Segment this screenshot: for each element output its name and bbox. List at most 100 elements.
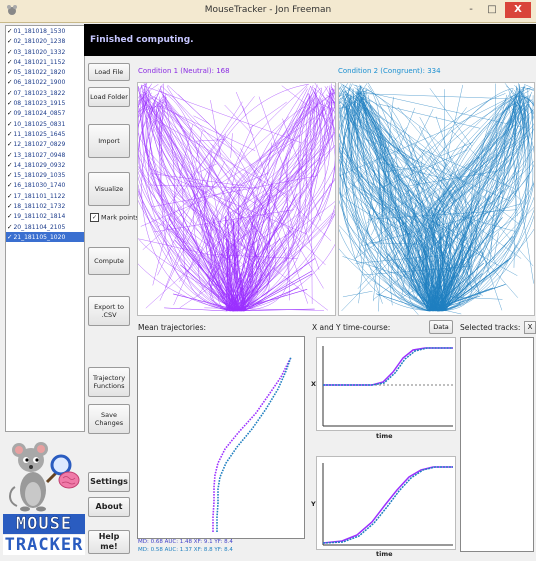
- help-button[interactable]: Help me!: [88, 530, 130, 554]
- file-list-item[interactable]: ✓21_181105_1020: [6, 231, 84, 243]
- trajectory-label-line1: Trajectory: [92, 373, 126, 382]
- file-checkbox-icon[interactable]: ✓: [7, 192, 12, 200]
- condition1-plot[interactable]: [137, 82, 336, 316]
- file-name: 18_181102_1732: [13, 203, 66, 211]
- condition1-trajectories: [138, 83, 335, 312]
- file-checkbox-icon[interactable]: ✓: [7, 99, 12, 107]
- file-checkbox-icon[interactable]: ✓: [7, 140, 12, 148]
- file-checkbox-icon[interactable]: ✓: [7, 37, 12, 45]
- y-axis-label: Y: [311, 500, 316, 508]
- file-list-item[interactable]: ✓08_181023_1915: [6, 98, 84, 108]
- file-checkbox-icon[interactable]: ✓: [7, 89, 12, 97]
- file-checkbox-icon[interactable]: ✓: [7, 223, 12, 231]
- file-checkbox-icon[interactable]: ✓: [7, 212, 12, 220]
- file-list-item[interactable]: ✓02_181020_1238: [6, 36, 84, 46]
- file-list-item[interactable]: ✓15_181029_1035: [6, 170, 84, 180]
- file-name: 12_181027_0829: [13, 141, 66, 149]
- y-timecourse-chart: [322, 463, 453, 546]
- stats-condition2: MD: 0.58 AUC: 1.37 XF: 8.8 YF: 8.4: [138, 547, 233, 553]
- save-label-line1: Save: [101, 410, 117, 419]
- logo-word-tracker: TRACKER: [3, 535, 85, 555]
- selected-tracks-close-button[interactable]: X: [524, 321, 536, 334]
- file-list-item[interactable]: ✓13_181027_0948: [6, 150, 84, 160]
- load-folder-button[interactable]: Load Folder: [88, 87, 130, 107]
- import-button[interactable]: Import: [88, 124, 130, 158]
- mark-points-checkbox[interactable]: ✓ Mark points: [90, 213, 139, 222]
- trajectory-functions-button[interactable]: Trajectory Functions: [88, 367, 130, 397]
- y-time-label: time: [376, 550, 393, 558]
- file-name: 15_181029_1035: [13, 172, 66, 180]
- file-list-item[interactable]: ✓14_181029_0932: [6, 160, 84, 170]
- checkbox-icon[interactable]: ✓: [90, 213, 99, 222]
- stats-condition1: MD: 0.68 AUC: 1.48 XF: 9.1 YF: 8.4: [138, 539, 233, 545]
- logo-word-mouse: MOUSE: [3, 514, 85, 534]
- export-label-line2: .CSV: [101, 311, 117, 319]
- file-checkbox-icon[interactable]: ✓: [7, 109, 12, 117]
- mark-points-label: Mark points: [101, 213, 140, 222]
- file-name: 08_181023_1915: [13, 100, 66, 108]
- file-name: 03_181020_1332: [13, 48, 66, 56]
- minimize-button[interactable]: -: [461, 2, 481, 18]
- file-list-item[interactable]: ✓12_181027_0829: [6, 139, 84, 149]
- file-list-item[interactable]: ✓20_181104_2105: [6, 222, 84, 232]
- about-button[interactable]: About: [88, 497, 130, 517]
- file-list-item[interactable]: ✓11_181025_1645: [6, 129, 84, 139]
- file-checkbox-icon[interactable]: ✓: [7, 130, 12, 138]
- mouse-mascot-icon: [9, 442, 80, 512]
- file-list-item[interactable]: ✓03_181020_1332: [6, 47, 84, 57]
- load-file-button[interactable]: Load File: [88, 63, 130, 81]
- file-checkbox-icon[interactable]: ✓: [7, 58, 12, 66]
- file-name: 21_181105_1020: [13, 233, 66, 241]
- settings-button[interactable]: Settings: [88, 472, 130, 492]
- visualize-button[interactable]: Visualize: [88, 172, 130, 206]
- selected-tracks-panel[interactable]: [460, 337, 534, 552]
- file-checkbox-icon[interactable]: ✓: [7, 171, 12, 179]
- file-list-item[interactable]: ✓16_181030_1740: [6, 180, 84, 190]
- file-list-item[interactable]: ✓18_181102_1732: [6, 201, 84, 211]
- file-checkbox-icon[interactable]: ✓: [7, 202, 12, 210]
- mousetracker-window: MouseTracker - Jon Freeman - □ X ✓01_181…: [0, 0, 536, 561]
- file-checkbox-icon[interactable]: ✓: [7, 151, 12, 159]
- file-list-item[interactable]: ✓04_181021_1152: [6, 57, 84, 67]
- y-curve-condition2: [322, 466, 453, 544]
- file-checkbox-icon[interactable]: ✓: [7, 27, 12, 35]
- close-button[interactable]: X: [505, 2, 531, 18]
- file-checkbox-icon[interactable]: ✓: [7, 181, 12, 189]
- file-checkbox-icon[interactable]: ✓: [7, 233, 12, 241]
- mean-trajectories-label: Mean trajectories:: [138, 323, 207, 332]
- file-name: 17_181101_1122: [13, 192, 66, 200]
- mean-trajectories-plot[interactable]: [137, 336, 305, 539]
- export-label-line1: Export to: [94, 302, 124, 311]
- file-list-item[interactable]: ✓06_181022_1900: [6, 77, 84, 87]
- file-checkbox-icon[interactable]: ✓: [7, 78, 12, 86]
- file-list-item[interactable]: ✓07_181023_1822: [6, 88, 84, 98]
- file-list-item[interactable]: ✓19_181102_1814: [6, 211, 84, 221]
- file-list-item[interactable]: ✓01_181018_1530: [6, 26, 84, 36]
- mousetracker-logo: MOUSE TRACKER: [3, 432, 85, 560]
- file-checkbox-icon[interactable]: ✓: [7, 48, 12, 56]
- file-list-item[interactable]: ✓05_181022_1820: [6, 67, 84, 77]
- maximize-button[interactable]: □: [483, 2, 501, 18]
- file-list-item[interactable]: ✓10_181025_0831: [6, 119, 84, 129]
- condition1-label: Condition 1 (Neutral): 168: [138, 67, 230, 75]
- file-list-item[interactable]: ✓17_181101_1122: [6, 191, 84, 201]
- save-changes-button[interactable]: Save Changes: [88, 404, 130, 434]
- file-checkbox-icon[interactable]: ✓: [7, 120, 12, 128]
- file-name: 09_181024_0857: [13, 110, 66, 118]
- mean-trajectory-condition1: [212, 358, 291, 532]
- compute-button[interactable]: Compute: [88, 247, 130, 275]
- file-checkbox-icon[interactable]: ✓: [7, 161, 12, 169]
- condition2-label: Condition 2 (Congruent): 334: [338, 67, 441, 75]
- export-csv-button[interactable]: Export to .CSV: [88, 296, 130, 326]
- condition2-plot[interactable]: [338, 82, 535, 316]
- xy-timecourse-label: X and Y time-course:: [312, 323, 391, 332]
- trajectory-label-line2: Functions: [93, 382, 125, 390]
- file-list[interactable]: ✓01_181018_1530 ✓02_181020_1238 ✓03_181020…: [5, 25, 85, 432]
- data-button[interactable]: Data: [429, 320, 453, 334]
- file-name: 06_181022_1900: [13, 79, 66, 87]
- file-checkbox-icon[interactable]: ✓: [7, 68, 12, 76]
- file-name: 11_181025_1645: [13, 130, 66, 138]
- selected-tracks-label: Selected tracks:: [460, 323, 521, 332]
- file-name: 13_181027_0948: [13, 151, 66, 159]
- file-list-item[interactable]: ✓09_181024_0857: [6, 108, 84, 118]
